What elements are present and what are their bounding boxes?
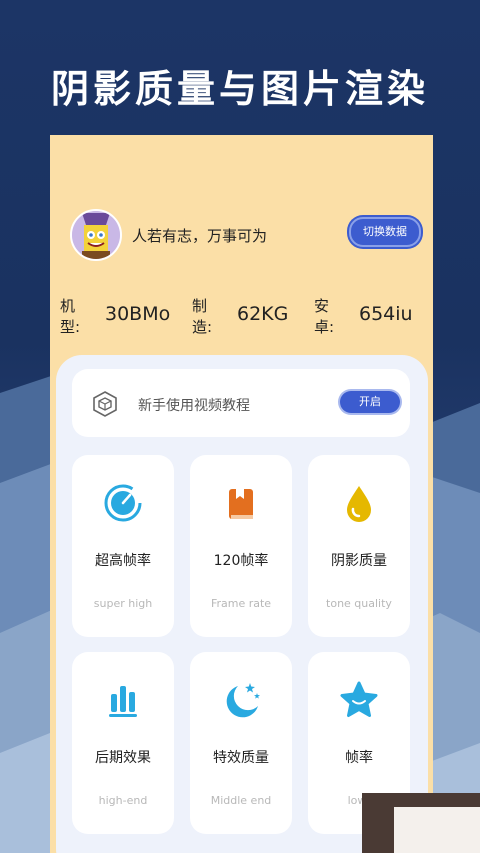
stat-value: 654iu (359, 303, 413, 325)
card-subtitle: Middle end (210, 794, 272, 807)
card-subtitle: tone quality (326, 597, 392, 610)
switch-data-button[interactable]: 切换数据 (349, 217, 421, 247)
feature-panel: 新手使用视频教程 开启 超高帧率 super high 120帧率 Frame … (56, 355, 428, 853)
stat-label: 机型: (60, 297, 81, 336)
hexagon-icon (93, 391, 117, 417)
stat-value: 30BMo (105, 303, 171, 325)
card-title: 120帧率 (213, 553, 269, 569)
card-title: 特效质量 (213, 750, 269, 766)
corner-overlay (362, 793, 480, 853)
card-title: 后期效果 (95, 750, 151, 766)
book-icon (229, 489, 253, 519)
card-post-effects[interactable]: 后期效果 high-end (72, 652, 174, 834)
card-shadow-quality[interactable]: 阴影质量 tone quality (308, 455, 410, 637)
stat-label: 制造: (192, 297, 213, 336)
profile-row: 人若有志，万事可为 (70, 209, 267, 261)
card-120-frame-rate[interactable]: 120帧率 Frame rate (190, 455, 292, 637)
drop-icon (347, 486, 371, 522)
open-tutorial-button[interactable]: 开启 (340, 391, 400, 413)
card-subtitle: Frame rate (210, 597, 272, 610)
card-subtitle: high-end (98, 794, 148, 807)
tutorial-row[interactable]: 新手使用视频教程 开启 (72, 369, 410, 437)
avatar-sponge-icon (72, 211, 120, 259)
device-stats: 机型: 30BMo 制造: 62KG 安卓: 654iu (60, 293, 433, 336)
card-title: 超高帧率 (95, 553, 151, 569)
moon-icon (226, 683, 260, 718)
avatar[interactable] (70, 209, 122, 261)
banner-title: 阴影质量与图片渲染 (50, 67, 429, 111)
stat-value: 62KG (237, 303, 289, 325)
card-subtitle: super high (93, 597, 153, 610)
app-screen: 人若有志，万事可为 切换数据 机型: 30BMo 制造: 62KG 安卓: 65… (50, 135, 433, 853)
tutorial-text: 新手使用视频教程 (138, 398, 250, 414)
star-icon (340, 681, 378, 717)
profile-slogan: 人若有志，万事可为 (132, 226, 268, 245)
card-title: 阴影质量 (331, 553, 387, 569)
gauge-icon (104, 484, 142, 522)
stat-label: 安卓: (314, 297, 335, 336)
card-title: 帧率 (345, 750, 373, 766)
bars-icon (109, 686, 137, 717)
card-effect-quality[interactable]: 特效质量 Middle end (190, 652, 292, 834)
card-ultra-frame-rate[interactable]: 超高帧率 super high (72, 455, 174, 637)
